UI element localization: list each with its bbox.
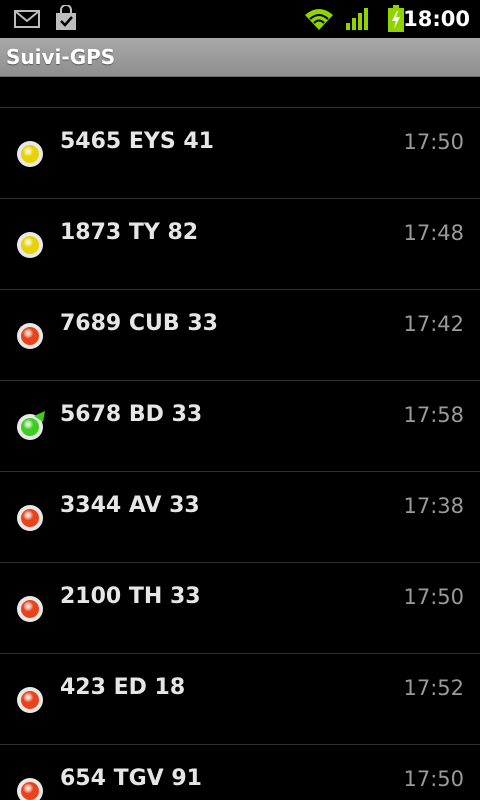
list-item[interactable]: 5678 BD 33 17:58 (0, 381, 480, 472)
status-dot-icon (16, 502, 44, 531)
list-item[interactable]: 2100 TH 33 17:50 (0, 563, 480, 654)
phone-screen: 18:00 Suivi-GPS 5465 EYS 41 17:50 1873 TY … (0, 0, 480, 800)
vehicle-time: 17:58 (403, 403, 464, 427)
vehicle-plate: 5678 BD 33 (60, 402, 203, 427)
app-title: Suivi-GPS (6, 45, 116, 69)
vehicle-time: 17:50 (403, 767, 464, 791)
status-dot-icon (16, 229, 44, 258)
gmail-icon (14, 9, 40, 33)
list-item[interactable]: 423 ED 18 17:52 (0, 654, 480, 745)
vehicle-time: 17:38 (403, 494, 464, 518)
vehicle-plate: 7689 CUB 33 (60, 311, 218, 336)
market-download-icon (54, 4, 78, 35)
vehicle-time: 17:42 (403, 312, 464, 336)
wifi-icon (304, 7, 334, 35)
list-item[interactable]: 5465 EYS 41 17:50 (0, 108, 480, 199)
app-title-bar: Suivi-GPS (0, 38, 480, 77)
status-moving-icon (16, 411, 45, 440)
vehicle-plate: 3344 AV 33 (60, 493, 200, 518)
list-item[interactable]: 7689 CUB 33 17:42 (0, 290, 480, 381)
vehicle-plate: 423 ED 18 (60, 675, 186, 700)
status-dot-icon (16, 320, 44, 349)
list-item[interactable]: 3344 AV 33 17:38 (0, 472, 480, 563)
status-dot-icon (16, 684, 44, 713)
vehicle-time: 17:50 (403, 130, 464, 154)
vehicle-list[interactable]: 5465 EYS 41 17:50 1873 TY 82 17:48 7689 CUB … (0, 77, 480, 800)
status-dot-icon (16, 138, 44, 167)
status-dot-icon (16, 593, 44, 622)
vehicle-plate: 654 TGV 91 (60, 766, 202, 791)
vehicle-time: 17:48 (403, 221, 464, 245)
vehicle-plate: 5465 EYS 41 (60, 129, 214, 154)
vehicle-time: 17:52 (403, 676, 464, 700)
vehicle-plate: 1873 TY 82 (60, 220, 199, 245)
vehicle-time: 17:50 (403, 585, 464, 609)
list-item[interactable]: 654 TGV 91 17:50 (0, 745, 480, 800)
list-item[interactable]: 1873 TY 82 17:48 (0, 199, 480, 290)
vehicle-rows: 5465 EYS 41 17:50 1873 TY 82 17:48 7689 CUB … (0, 108, 480, 800)
status-clock: 18:00 (403, 7, 470, 31)
status-dot-icon (16, 775, 44, 800)
list-top-spacer (0, 77, 480, 108)
signal-icon (345, 7, 371, 35)
vehicle-plate: 2100 TH 33 (60, 584, 201, 609)
status-bar: 18:00 (0, 0, 480, 38)
